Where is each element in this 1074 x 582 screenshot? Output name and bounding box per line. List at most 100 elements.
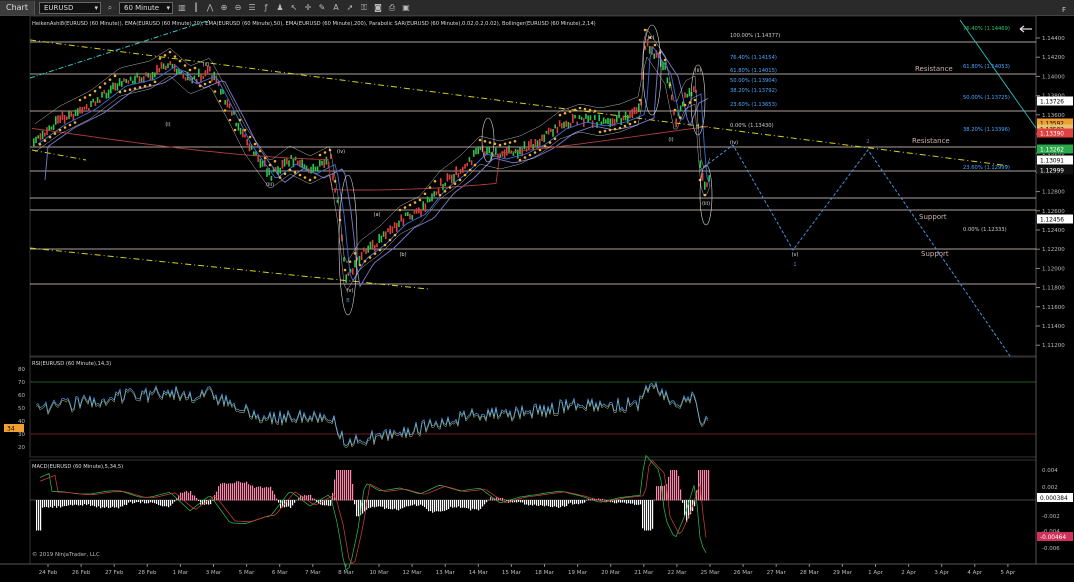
ha-candle: [286, 158, 288, 165]
ha-candle: [165, 65, 167, 70]
sar-dot: [243, 128, 247, 132]
macd-bar: [140, 500, 142, 504]
price-tick-label: 1.12000: [1042, 266, 1065, 272]
sar-dot: [283, 172, 287, 176]
macd-bar: [572, 500, 574, 505]
ha-candle: [400, 214, 402, 222]
wave-label: (b): [399, 252, 406, 258]
ha-candle: [204, 70, 207, 77]
sar-dot: [383, 243, 387, 247]
sar-dot: [278, 176, 282, 179]
macd-bar: [308, 495, 310, 501]
ha-candle: [198, 68, 200, 78]
macd-bar: [110, 500, 112, 508]
macd-bar: [136, 500, 138, 503]
macd-bar: [368, 500, 370, 509]
date-tick-label: 15 Mar: [502, 570, 522, 576]
sar-dot: [213, 90, 217, 93]
macd-bar: [256, 487, 258, 501]
macd-bar: [374, 500, 376, 508]
ha-candle: [468, 157, 471, 162]
sar-dot: [643, 28, 647, 32]
macd-bar: [480, 500, 482, 509]
ha-candle: [99, 99, 101, 103]
ha-candle: [572, 114, 574, 123]
ha-candle: [635, 107, 638, 114]
sar-dot: [678, 116, 682, 119]
wave-label: B: [346, 298, 350, 304]
ha-candle: [512, 152, 515, 156]
macd-bar: [248, 484, 250, 501]
macd-bar: [138, 500, 140, 503]
date-tick-label: 29 Mar: [833, 570, 853, 576]
macd-bar: [234, 482, 236, 501]
ha-candle: [424, 203, 427, 212]
macd-bar: [426, 500, 428, 509]
macd-bar: [504, 499, 506, 501]
chart-canvas[interactable]: HeikenAshi8(EURUSD (60 Minute)), EMA(EUR…: [0, 0, 1074, 582]
sar-dot: [43, 139, 47, 143]
heiken-ashi-candles: [33, 39, 710, 283]
macd-bar: [414, 500, 416, 505]
macd-bar: [224, 482, 226, 501]
sar-dot: [168, 50, 172, 54]
ha-candle: [528, 141, 530, 150]
macd-bar: [548, 500, 550, 507]
trend-line-lower: [29, 247, 429, 290]
ha-candle: [316, 166, 319, 172]
macd-bar: [634, 500, 636, 505]
sar-dot: [403, 206, 407, 209]
macd-bar: [492, 498, 494, 501]
ha-candle: [127, 80, 130, 84]
macd-bar: [250, 485, 252, 501]
macd-bar: [538, 500, 540, 506]
ha-candle: [347, 272, 350, 276]
sar-dot: [88, 93, 92, 97]
macd-bar: [478, 500, 480, 511]
macd-bar: [582, 500, 584, 504]
ha-candle: [129, 76, 132, 81]
macd-bar: [42, 500, 44, 508]
ha-candle: [554, 124, 556, 129]
macd-bar: [464, 500, 466, 508]
macd-tick-label: 0.002: [1042, 485, 1058, 491]
wave-label: (c): [648, 35, 655, 41]
ha-candle: [552, 129, 554, 137]
macd-bar: [188, 492, 190, 501]
ha-candle: [411, 214, 413, 220]
macd-bar: [196, 497, 198, 501]
ha-candle: [402, 218, 405, 226]
macd-bar: [578, 500, 580, 505]
ha-candle: [543, 134, 545, 143]
price-badge-label: 1.12456: [1040, 218, 1064, 224]
macd-bar: [438, 500, 440, 512]
sar-dot: [528, 153, 532, 157]
ha-candle: [699, 160, 702, 168]
ha-candle: [422, 201, 424, 210]
ema-200-line: [31, 126, 709, 191]
ha-candle: [228, 103, 231, 109]
sar-dot: [693, 98, 697, 102]
macd-bar: [706, 470, 708, 501]
sar-dot: [313, 176, 317, 179]
date-tick-label: 3 Mar: [206, 570, 222, 576]
sar-dot: [453, 182, 457, 186]
support-label: Support: [921, 250, 949, 258]
ha-candle: [429, 198, 431, 202]
macd-bar: [352, 483, 354, 501]
price-badge-label: 1.13262: [1040, 148, 1064, 154]
ha-candle: [580, 116, 583, 120]
price-tick-label: 1.11800: [1042, 286, 1065, 292]
price-badge-label: 1.12999: [1040, 169, 1064, 175]
ha-candle: [378, 233, 380, 243]
sar-dot: [133, 87, 137, 90]
ha-candle: [145, 72, 147, 77]
date-tick-label: 28 Mar: [800, 570, 820, 576]
macd-bar: [556, 500, 558, 508]
ha-candle: [561, 123, 563, 129]
wave-ellipse: [481, 117, 495, 163]
ha-candle: [96, 97, 99, 103]
sar-dot: [473, 163, 477, 167]
ha-candle: [393, 222, 396, 228]
macd-bar: [46, 500, 48, 508]
